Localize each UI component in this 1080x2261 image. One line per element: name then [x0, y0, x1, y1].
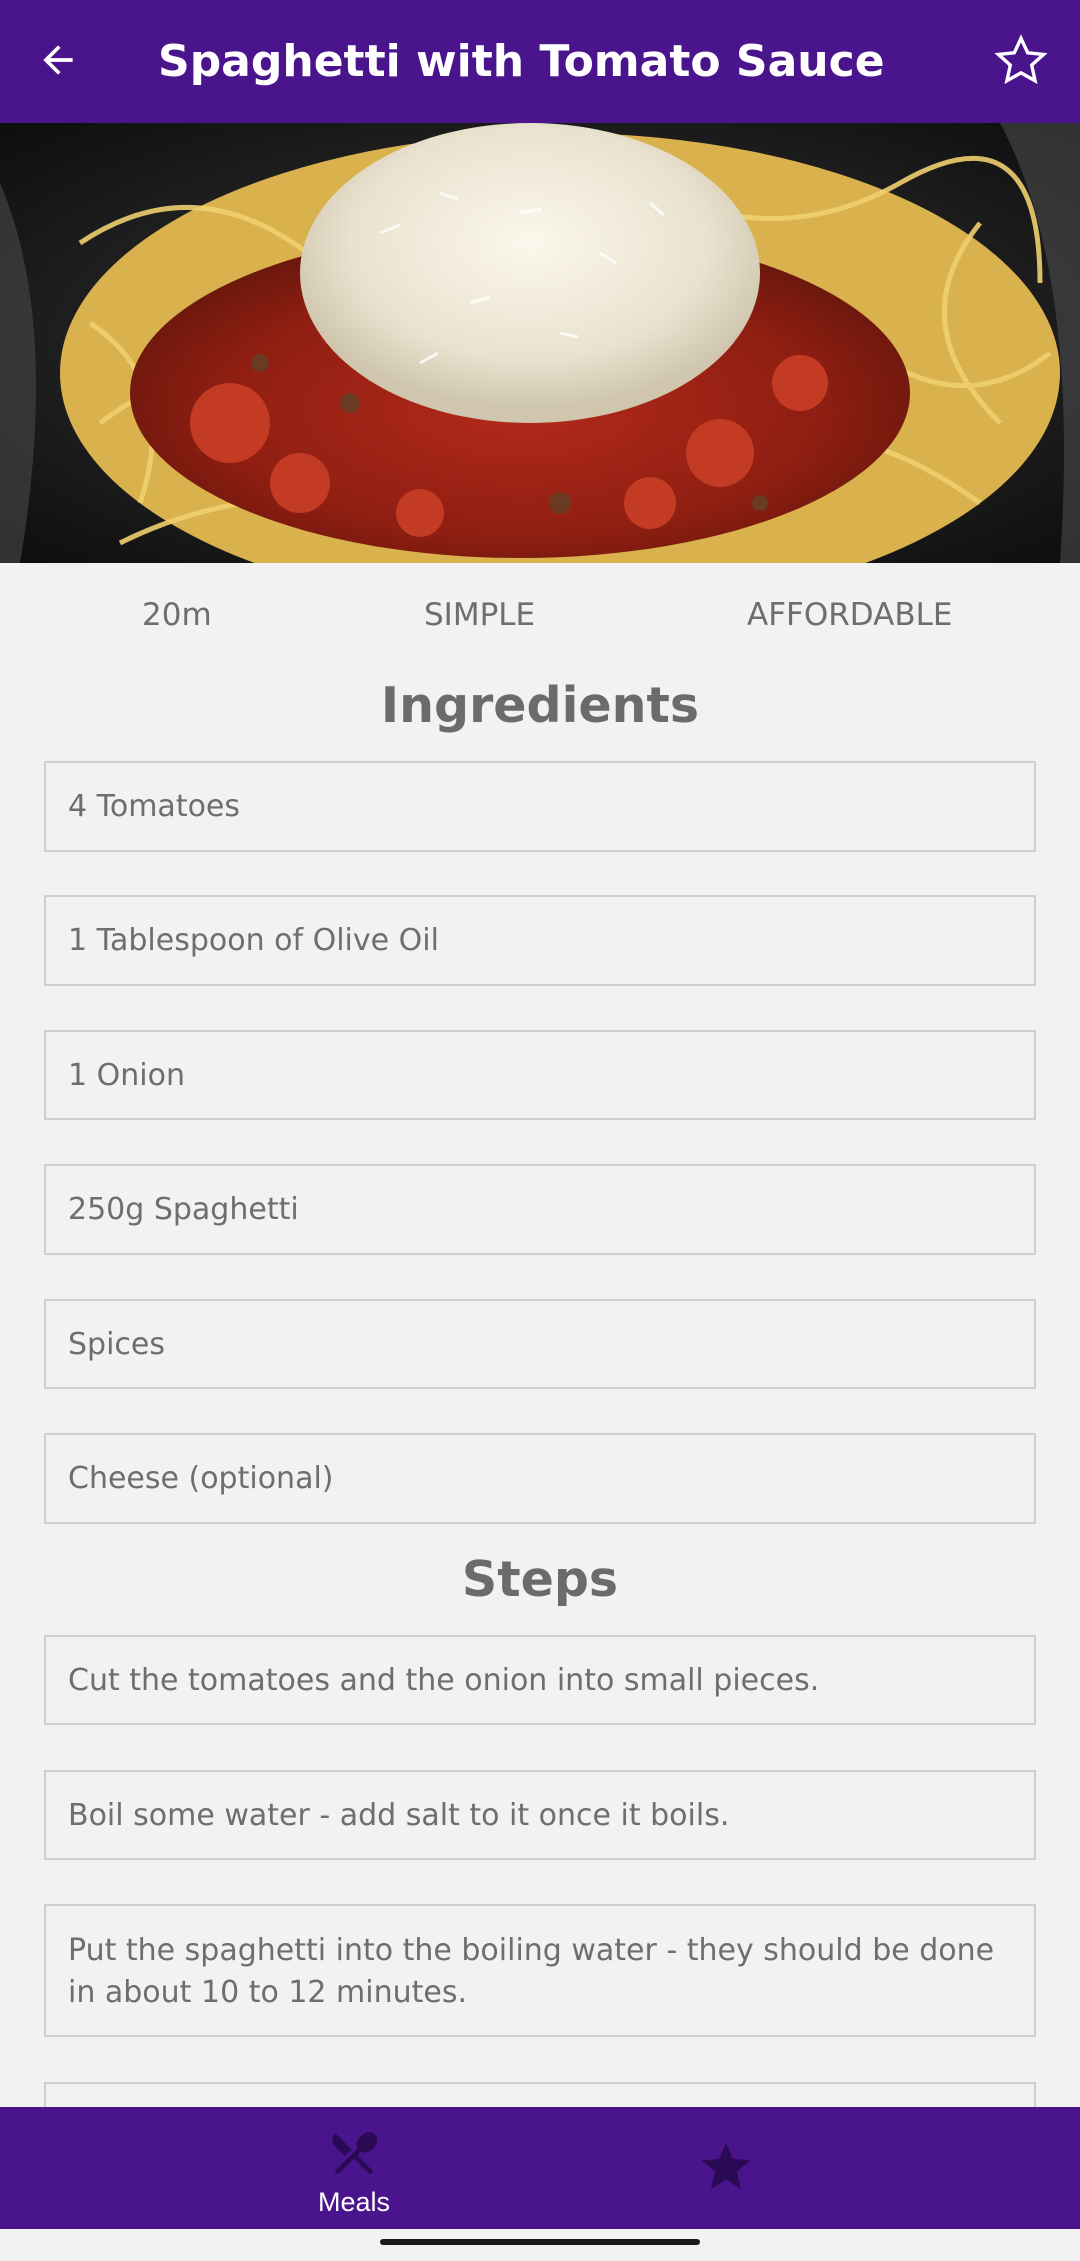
ingredient-text: Spices	[68, 1326, 166, 1362]
step-text: Cut the tomatoes and the onion into smal…	[68, 1662, 820, 1698]
ingredients-title: Ingredients	[380, 677, 700, 734]
nav-item-favorites[interactable]	[686, 2107, 766, 2229]
ingredient-text: 1 Onion	[68, 1057, 185, 1093]
ingredient-text: 250g Spaghetti	[68, 1192, 299, 1227]
ingredient-item: Spices	[44, 1299, 1036, 1389]
nav-item-meals[interactable]: Meals	[294, 2107, 414, 2229]
page-title: Spaghetti with Tomato Sauce	[158, 36, 885, 87]
ingredient-item: 1 Tablespoon of Olive Oil	[44, 895, 1036, 986]
steps-title: Steps	[461, 1551, 619, 1608]
ingredient-item: 250g Spaghetti	[44, 1164, 1036, 1255]
home-gesture-bar[interactable]	[380, 2239, 700, 2245]
star-filled-icon	[701, 2142, 751, 2189]
meal-image	[0, 123, 1080, 563]
nav-label-meals: Meals	[317, 2187, 391, 2217]
app-bar: Spaghetti with Tomato Sauce	[0, 0, 1080, 123]
duration-label: 20m	[142, 597, 212, 633]
step-text: Boil some water - add salt to it once it…	[68, 1797, 730, 1833]
favorite-button[interactable]	[990, 30, 1052, 92]
ingredient-text: 1 Tablespoon of Olive Oil	[68, 923, 439, 958]
ingredient-item: Cheese (optional)	[44, 1433, 1036, 1524]
back-button[interactable]	[30, 32, 86, 88]
ingredient-text: 4 Tomatoes	[68, 789, 241, 824]
complexity-label: SIMPLE	[424, 597, 536, 633]
cutlery-icon	[332, 2132, 378, 2175]
ingredient-item: 1 Onion	[44, 1030, 1036, 1120]
bottom-navigation: Meals	[0, 2107, 1080, 2229]
step-text: Put the spaghetti into the boiling water…	[68, 1933, 995, 2010]
ingredient-text: Cheese (optional)	[68, 1461, 334, 1496]
ingredient-item: 4 Tomatoes	[44, 761, 1036, 852]
affordability-label: AFFORDABLE	[747, 597, 953, 633]
star-outline-icon	[994, 34, 1048, 85]
gesture-area	[0, 2229, 1080, 2261]
step-item: Put the spaghetti into the boiling water…	[44, 1904, 1036, 2037]
step-item: Boil some water - add salt to it once it…	[44, 1770, 1036, 1860]
arrow-left-icon	[43, 45, 73, 75]
step-item: Cut the tomatoes and the onion into smal…	[44, 1635, 1036, 1725]
